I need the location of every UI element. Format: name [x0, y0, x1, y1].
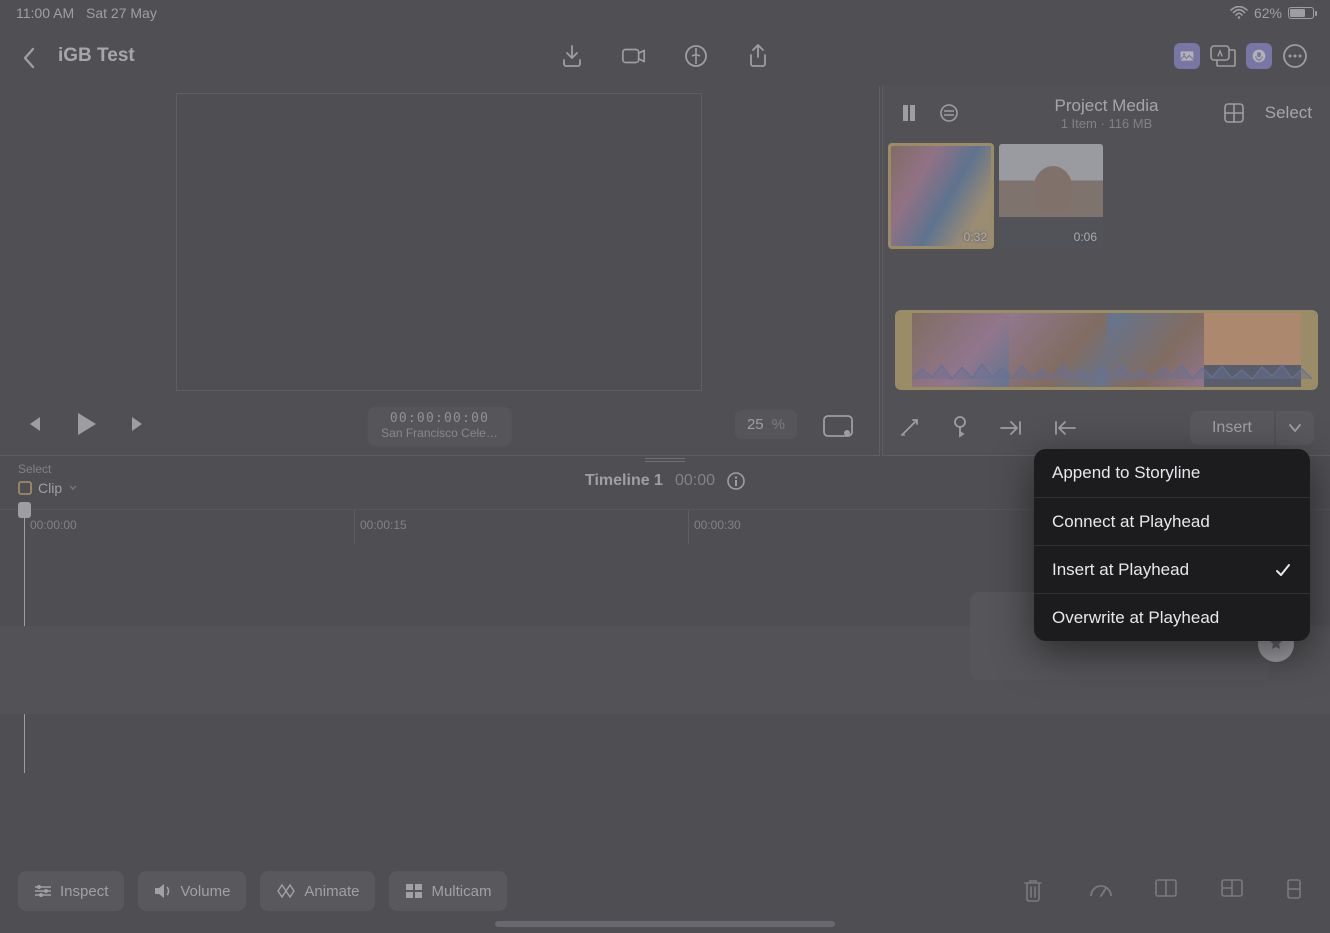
checkmark-icon — [1274, 561, 1292, 579]
speed-icon[interactable] — [1088, 878, 1114, 904]
list-view-icon[interactable] — [939, 103, 959, 123]
battery-icon — [1288, 7, 1314, 19]
viewer-clip-name: San Francisco Cele… — [381, 426, 498, 440]
zoom-value: 25 — [747, 416, 764, 433]
timeline-select-label: Select — [18, 462, 51, 476]
wifi-icon — [1230, 6, 1248, 20]
grid-view-icon[interactable] — [1223, 102, 1245, 124]
insert-dropdown-button[interactable] — [1276, 411, 1314, 445]
panel-grip[interactable] — [645, 458, 685, 462]
viewer-canvas[interactable] — [176, 93, 702, 391]
titles-icon[interactable] — [1210, 43, 1236, 69]
timeline-name: Timeline 1 — [585, 472, 663, 490]
timeline-duration: 00:00 — [675, 472, 715, 490]
insert-mode-menu: Append to Storyline Connect at Playhead … — [1034, 449, 1310, 641]
audio-library-toggle[interactable] — [1246, 43, 1272, 69]
battery-pct: 62% — [1254, 5, 1282, 21]
menu-item-overwrite[interactable]: Overwrite at Playhead — [1034, 593, 1310, 641]
fit-viewer-button[interactable] — [821, 413, 855, 439]
clip-duration: 0:32 — [964, 230, 987, 244]
share-icon[interactable] — [745, 43, 771, 69]
import-icon[interactable] — [559, 43, 585, 69]
photos-toggle[interactable] — [1174, 43, 1200, 69]
project-title: iGB Test — [58, 45, 135, 67]
clip-duration: 0:06 — [1074, 230, 1097, 244]
status-bar: 11:00 AM Sat 27 May 62% — [0, 0, 1330, 26]
range-handle-left[interactable] — [898, 313, 912, 387]
timeline-info-icon[interactable] — [727, 472, 745, 490]
keyword-icon[interactable] — [951, 416, 969, 440]
menu-item-connect[interactable]: Connect at Playhead — [1034, 497, 1310, 545]
viewer-panel: 00:00:00:00 San Francisco Cele… 25 % — [0, 86, 880, 456]
timeline-scrollbar[interactable] — [495, 921, 835, 927]
media-browser: Project Media 1 Item · 116 MB Select 0:3… — [882, 86, 1330, 456]
camera-icon[interactable] — [621, 43, 647, 69]
layout-icon[interactable] — [1154, 878, 1180, 904]
timecode-value: 00:00:00:00 — [381, 411, 498, 426]
volume-button[interactable]: Volume — [138, 871, 246, 911]
select-mode-button[interactable]: Select — [1265, 103, 1312, 123]
timecode-readout[interactable]: 00:00:00:00 San Francisco Cele… — [367, 407, 512, 446]
go-forward-icon[interactable] — [999, 419, 1023, 437]
go-back-icon[interactable] — [1053, 419, 1077, 437]
mark-icon[interactable] — [899, 417, 921, 439]
layout3-icon[interactable] — [1286, 878, 1312, 904]
filmstrip-view-icon[interactable] — [901, 103, 921, 123]
insert-button[interactable]: Insert — [1190, 411, 1274, 445]
play-button[interactable] — [72, 410, 100, 438]
bottom-toolbar: Inspect Volume Animate Multicam — [0, 867, 1330, 915]
clip-filmstrip[interactable] — [895, 310, 1318, 390]
timeline-clip-label[interactable]: Clip — [18, 480, 78, 496]
menu-item-insert[interactable]: Insert at Playhead — [1034, 545, 1310, 593]
next-frame-button[interactable] — [128, 414, 148, 434]
inspect-button[interactable]: Inspect — [18, 871, 124, 911]
back-button[interactable] — [22, 47, 40, 65]
prev-frame-button[interactable] — [24, 414, 44, 434]
menu-item-append[interactable]: Append to Storyline — [1034, 449, 1310, 497]
more-icon[interactable] — [1282, 43, 1308, 69]
status-time: 11:00 AM — [16, 5, 74, 21]
zoom-control[interactable]: 25 % — [735, 410, 797, 439]
animate-button[interactable]: Animate — [260, 871, 375, 911]
media-clip[interactable]: 0:06 — [999, 144, 1103, 248]
layout2-icon[interactable] — [1220, 878, 1246, 904]
top-toolbar: iGB Test — [0, 28, 1330, 84]
trash-icon[interactable] — [1022, 878, 1048, 904]
status-date: Sat 27 May — [86, 5, 157, 21]
voice-over-icon[interactable] — [683, 43, 709, 69]
zoom-unit: % — [772, 416, 785, 433]
media-clip[interactable]: 0:32 — [889, 144, 993, 248]
multicam-button[interactable]: Multicam — [389, 871, 507, 911]
